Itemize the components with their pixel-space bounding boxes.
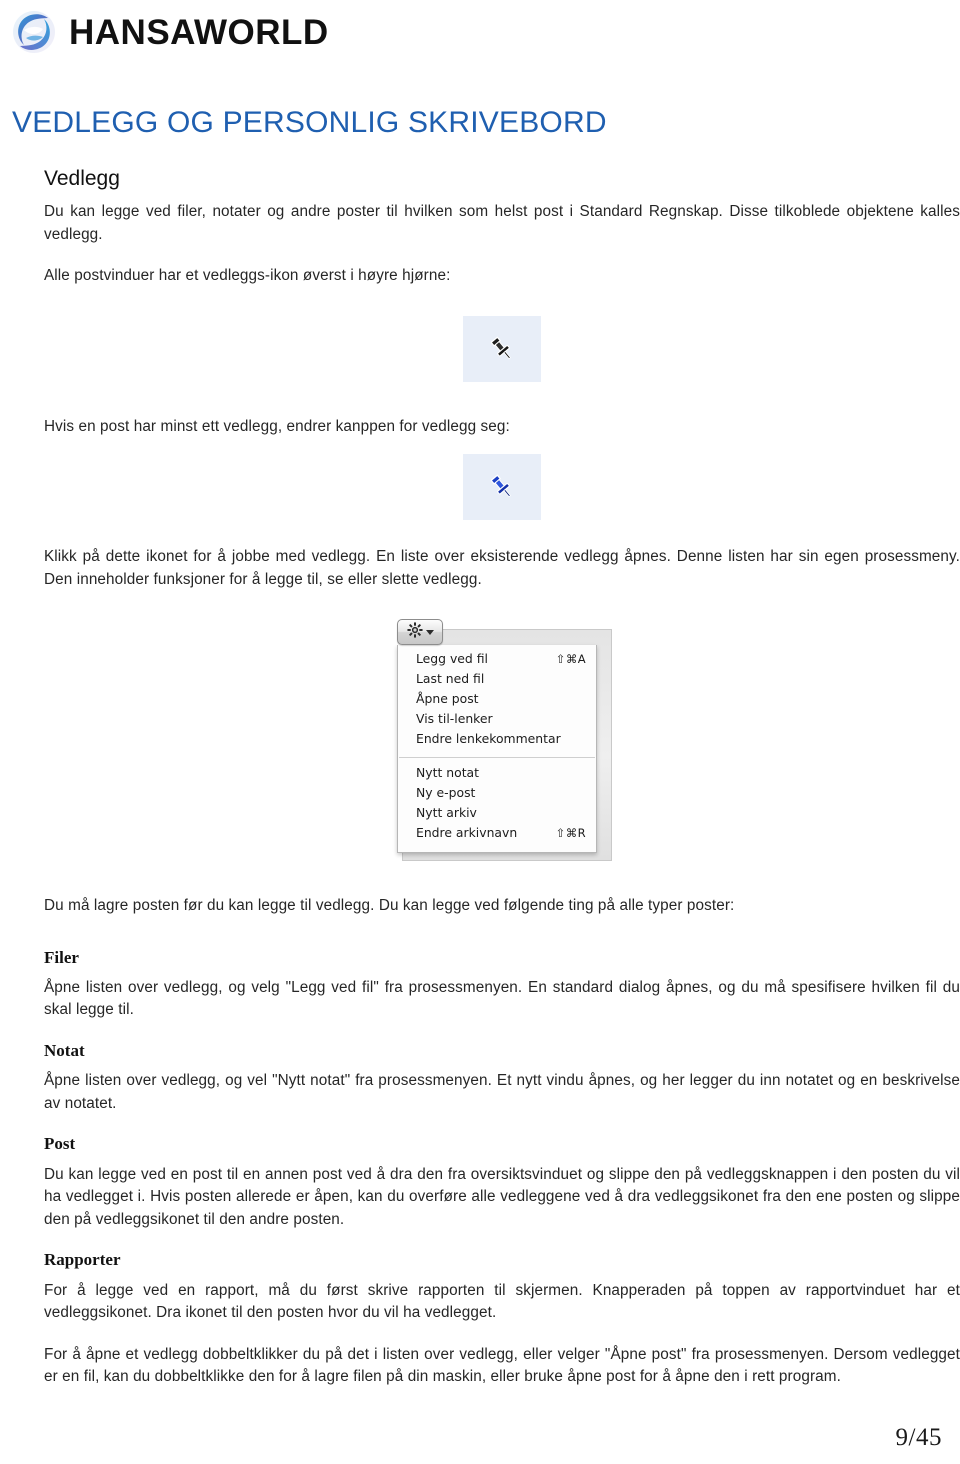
menu-item-ny-e-post[interactable]: Ny e-post [398, 785, 596, 805]
menu-item-nytt-notat[interactable]: Nytt notat [398, 765, 596, 785]
heading-vedlegg: Vedlegg [44, 167, 120, 190]
menu-item-shortcut: ⇧⌘R [555, 826, 586, 841]
page-number: 9/45 [895, 1424, 942, 1451]
page-header: HANSAWORLD [10, 8, 329, 56]
paragraph-post: Du kan legge ved en post til en annen po… [44, 1165, 960, 1228]
heading-filer: Filer [44, 947, 79, 967]
menu-item-label: Legg ved fil [416, 651, 488, 667]
menu-item-label: Nytt arkiv [416, 805, 477, 821]
pushpin-black-icon [487, 334, 517, 364]
menu-item-label: Ny e-post [416, 785, 476, 801]
menu-item-label: Endre arkivnavn [416, 825, 518, 841]
menu-item-shortcut: ⇧⌘A [555, 652, 586, 667]
attachment-icon-tile-empty [463, 315, 541, 382]
process-menu-popup: Legg ved fil ⇧⌘A Last ned fil Åpne post … [397, 645, 597, 854]
pushpin-blue-icon [487, 472, 517, 502]
menu-item-label: Endre lenkekommentar [416, 731, 561, 747]
menu-item-legg-ved-fil[interactable]: Legg ved fil ⇧⌘A [398, 651, 596, 671]
paragraph-intro: Du kan legge ved filer, notater og andre… [44, 203, 960, 243]
paragraph-click-icon: Klikk på dette ikonet for å jobbe med ve… [44, 548, 960, 588]
brand-name: HANSAWORLD [69, 12, 329, 52]
menu-item-label: Vis til-lenker [416, 711, 493, 727]
menu-item-last-ned-fil[interactable]: Last ned fil [398, 671, 596, 691]
process-menu-gear-button[interactable] [397, 619, 443, 646]
menu-item-apne-post[interactable]: Åpne post [398, 691, 596, 711]
menu-item-endre-lenkekommentar[interactable]: Endre lenkekommentar [398, 731, 596, 751]
menu-item-label: Last ned fil [416, 671, 485, 687]
heading-rapporter: Rapporter [44, 1250, 121, 1270]
process-menu-screenshot: Legg ved fil ⇧⌘A Last ned fil Åpne post … [392, 617, 612, 865]
chevron-down-icon [425, 629, 434, 635]
paragraph-rapporter-2: For å åpne et vedlegg dobbeltklikker du … [44, 1345, 960, 1385]
paragraph-rapporter-1: For å legge ved en rapport, må du først … [44, 1281, 960, 1322]
attachment-icon-tile-filled [463, 454, 541, 521]
page-title: VEDLEGG OG PERSONLIG SKRIVEBORD [12, 106, 607, 139]
paragraph-save-first: Du må lagre posten før du kan legge til … [44, 897, 735, 915]
heading-post: Post [44, 1134, 76, 1154]
gear-icon [406, 621, 423, 643]
hansaworld-swirl-logo-icon [10, 8, 58, 56]
menu-item-label: Åpne post [416, 691, 479, 707]
paragraph-icon-intro: Alle postvinduer har et vedleggs-ikon øv… [44, 267, 451, 285]
heading-notat: Notat [44, 1040, 85, 1060]
paragraph-notat: Åpne listen over vedlegg, og vel "Nytt n… [44, 1072, 960, 1112]
paragraph-changed-button: Hvis en post har minst ett vedlegg, endr… [44, 417, 510, 435]
menu-item-endre-arkivnavn[interactable]: Endre arkivnavn ⇧⌘R [398, 825, 596, 845]
menu-item-vis-til-lenker[interactable]: Vis til-lenker [398, 711, 596, 731]
menu-item-label: Nytt notat [416, 765, 479, 781]
menu-item-nytt-arkiv[interactable]: Nytt arkiv [398, 805, 596, 825]
document-body: Vedlegg Du kan legge ved filer, notater … [44, 166, 960, 1407]
menu-separator [399, 757, 595, 759]
paragraph-filer: Åpne listen over vedlegg, og velg "Legg … [44, 978, 960, 1019]
